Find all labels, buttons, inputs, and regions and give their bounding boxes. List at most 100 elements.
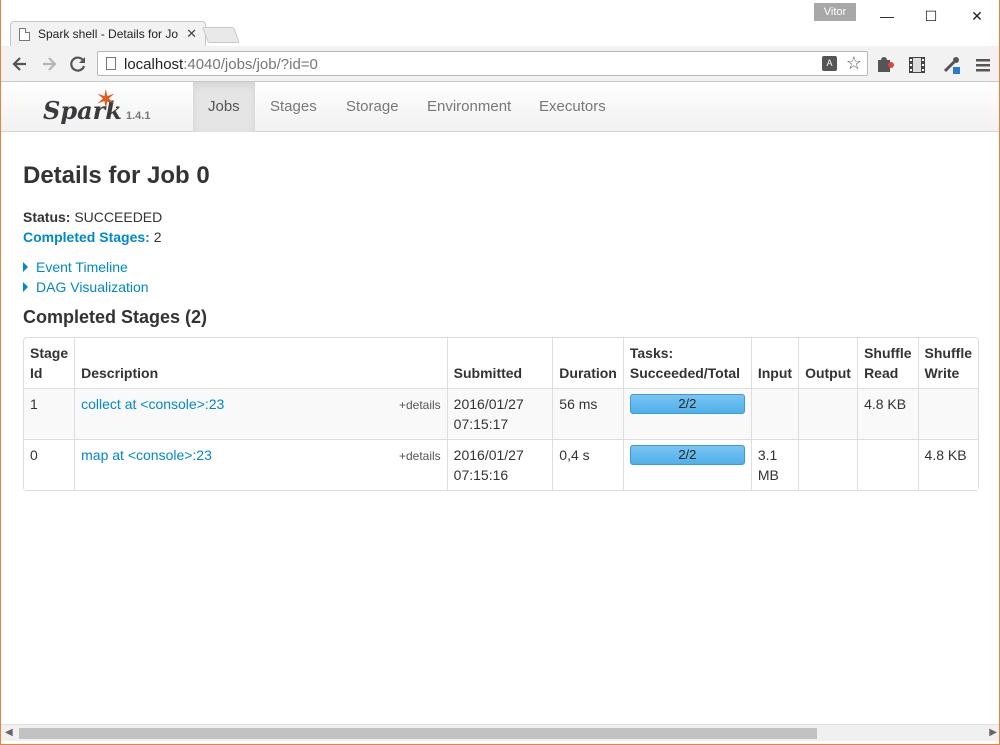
stage-description-link[interactable]: map at <console>:23: [81, 447, 212, 463]
cell-input: [750, 388, 799, 439]
header-text: Write: [924, 365, 960, 381]
reload-button[interactable]: [67, 53, 89, 75]
details-toggle[interactable]: +details: [399, 446, 441, 466]
scroll-left-icon[interactable]: ◀: [5, 727, 13, 738]
event-timeline-toggle[interactable]: Event Timeline: [23, 259, 128, 275]
browser-window: Spark shell - Details for Jo ✕ Vitor — ☐…: [0, 0, 1000, 745]
completed-stages-line: Completed Stages: 2: [23, 229, 162, 245]
dag-visualization-toggle[interactable]: DAG Visualization: [23, 279, 149, 295]
cell-shuffle-write: [917, 388, 978, 439]
browser-tab[interactable]: Spark shell - Details for Jo ✕: [10, 21, 206, 46]
dag-visualization-label: DAG Visualization: [36, 279, 149, 295]
cell-tasks: 2/2: [622, 388, 751, 439]
table-row: 0 map at <console>:23 +details 2016/01/2…: [24, 439, 978, 490]
cell-input: 3.1 MB: [750, 439, 799, 490]
status-value: SUCCEEDED: [74, 209, 163, 225]
caret-right-icon: [23, 282, 28, 292]
cell-shuffle-read: [857, 439, 918, 490]
close-window-button[interactable]: ✕: [967, 6, 987, 26]
completed-stages-table: Stage Id Description Submitted Duration T…: [23, 337, 979, 491]
input-unit: MB: [757, 467, 779, 483]
back-button[interactable]: [9, 53, 31, 75]
menu-icon[interactable]: [973, 55, 993, 75]
url-host: localhost: [124, 56, 184, 73]
tasks-progress-bar: 2/2: [629, 394, 745, 414]
tab-close-icon[interactable]: ✕: [186, 26, 197, 42]
arrow-right-icon: [43, 57, 57, 71]
header-input[interactable]: Input: [750, 338, 798, 388]
cell-submitted: 2016/01/27 07:15:16: [446, 439, 553, 490]
header-duration[interactable]: Duration: [552, 338, 623, 388]
cell-tasks: 2/2: [622, 439, 751, 490]
url-path: :4040/jobs/job/?id=0: [183, 56, 318, 73]
arrow-left-icon: [12, 57, 26, 71]
table-header-row: Stage Id Description Submitted Duration T…: [24, 338, 978, 388]
header-shuffle-read[interactable]: Shuffle Read: [857, 338, 917, 388]
eyedropper-icon[interactable]: [941, 55, 961, 75]
cell-duration: 0,4 s: [552, 439, 623, 490]
nav-jobs[interactable]: Jobs: [193, 82, 255, 132]
nav-storage[interactable]: Storage: [331, 82, 414, 132]
address-bar[interactable]: localhost:4040/jobs/job/?id=0 A ☆: [97, 51, 868, 76]
cell-description: map at <console>:23 +details: [74, 439, 447, 490]
spark-version: 1.4.1: [126, 110, 151, 122]
forward-button[interactable]: [38, 53, 60, 75]
header-description[interactable]: Description: [74, 338, 447, 388]
header-text: Tasks:: [629, 345, 674, 361]
maximize-button[interactable]: ☐: [921, 6, 941, 26]
cell-duration: 56 ms: [552, 388, 623, 439]
section-title: Completed Stages (2): [23, 307, 208, 327]
header-text: Shuffle: [864, 345, 912, 361]
spark-logo[interactable]: Spark ✶: [43, 84, 123, 128]
table-row: 1 collect at <console>:23 +details 2016/…: [24, 388, 978, 439]
page-icon: [19, 27, 30, 41]
scrollbar-thumb[interactable]: [19, 728, 817, 739]
stage-description-link[interactable]: collect at <console>:23: [81, 396, 224, 412]
nav-stages[interactable]: Stages: [255, 82, 332, 132]
cell-submitted: 2016/01/27 07:15:17: [446, 388, 553, 439]
completed-stages-value: 2: [153, 229, 162, 245]
caret-right-icon: [23, 262, 28, 272]
header-text: Read: [864, 365, 899, 381]
horizontal-scrollbar[interactable]: ◀ ▶: [1, 724, 999, 741]
cell-shuffle-write: 4.8 KB: [917, 439, 978, 490]
page-title: Details for Job 0: [23, 162, 210, 189]
header-stage-id[interactable]: Stage Id: [24, 338, 74, 388]
header-submitted[interactable]: Submitted: [446, 338, 553, 388]
details-toggle[interactable]: +details: [399, 395, 441, 415]
nav-executors[interactable]: Executors: [524, 82, 621, 132]
cell-stage-id: 0: [24, 439, 75, 490]
status-label: Status:: [23, 209, 71, 225]
minimize-button[interactable]: —: [877, 6, 897, 26]
url-text[interactable]: localhost:4040/jobs/job/?id=0: [124, 56, 318, 73]
submitted-date: 2016/01/27: [453, 447, 524, 463]
header-output[interactable]: Output: [798, 338, 857, 388]
header-text: Id: [30, 365, 43, 381]
tab-title: Spark shell - Details for Jo: [38, 27, 179, 41]
scroll-right-icon[interactable]: ▶: [989, 727, 997, 738]
extension-puzzle-icon[interactable]: [875, 55, 895, 75]
submitted-time: 07:15:17: [453, 416, 509, 432]
header-tasks[interactable]: Tasks: Succeeded/Total: [622, 338, 751, 388]
cell-shuffle-read: 4.8 KB: [857, 388, 918, 439]
page-icon: [106, 57, 116, 70]
translate-icon[interactable]: A: [822, 56, 837, 71]
spark-navbar: Spark ✶ 1.4.1 Jobs Stages Storage Enviro…: [1, 82, 999, 132]
cell-output: [798, 388, 858, 439]
header-text: Stage: [30, 345, 69, 361]
nav-environment[interactable]: Environment: [412, 82, 526, 132]
bookmark-star-icon[interactable]: ☆: [846, 53, 862, 74]
spark-star-icon: ✶: [95, 84, 117, 114]
reload-icon: [70, 56, 86, 72]
submitted-date: 2016/01/27: [453, 396, 524, 412]
title-bar: Spark shell - Details for Jo ✕ Vitor — ☐…: [1, 0, 999, 46]
completed-stages-link[interactable]: Completed Stages:: [23, 229, 150, 245]
browser-toolbar: localhost:4040/jobs/job/?id=0 A ☆: [1, 46, 999, 82]
header-text: Shuffle: [924, 345, 972, 361]
new-tab-button[interactable]: [202, 27, 240, 43]
input-value: 3.1: [757, 447, 778, 463]
profile-button[interactable]: Vitor: [814, 3, 856, 21]
header-shuffle-write[interactable]: Shuffle Write: [917, 338, 978, 388]
film-icon[interactable]: [907, 55, 927, 75]
cell-description: collect at <console>:23 +details: [74, 388, 447, 439]
